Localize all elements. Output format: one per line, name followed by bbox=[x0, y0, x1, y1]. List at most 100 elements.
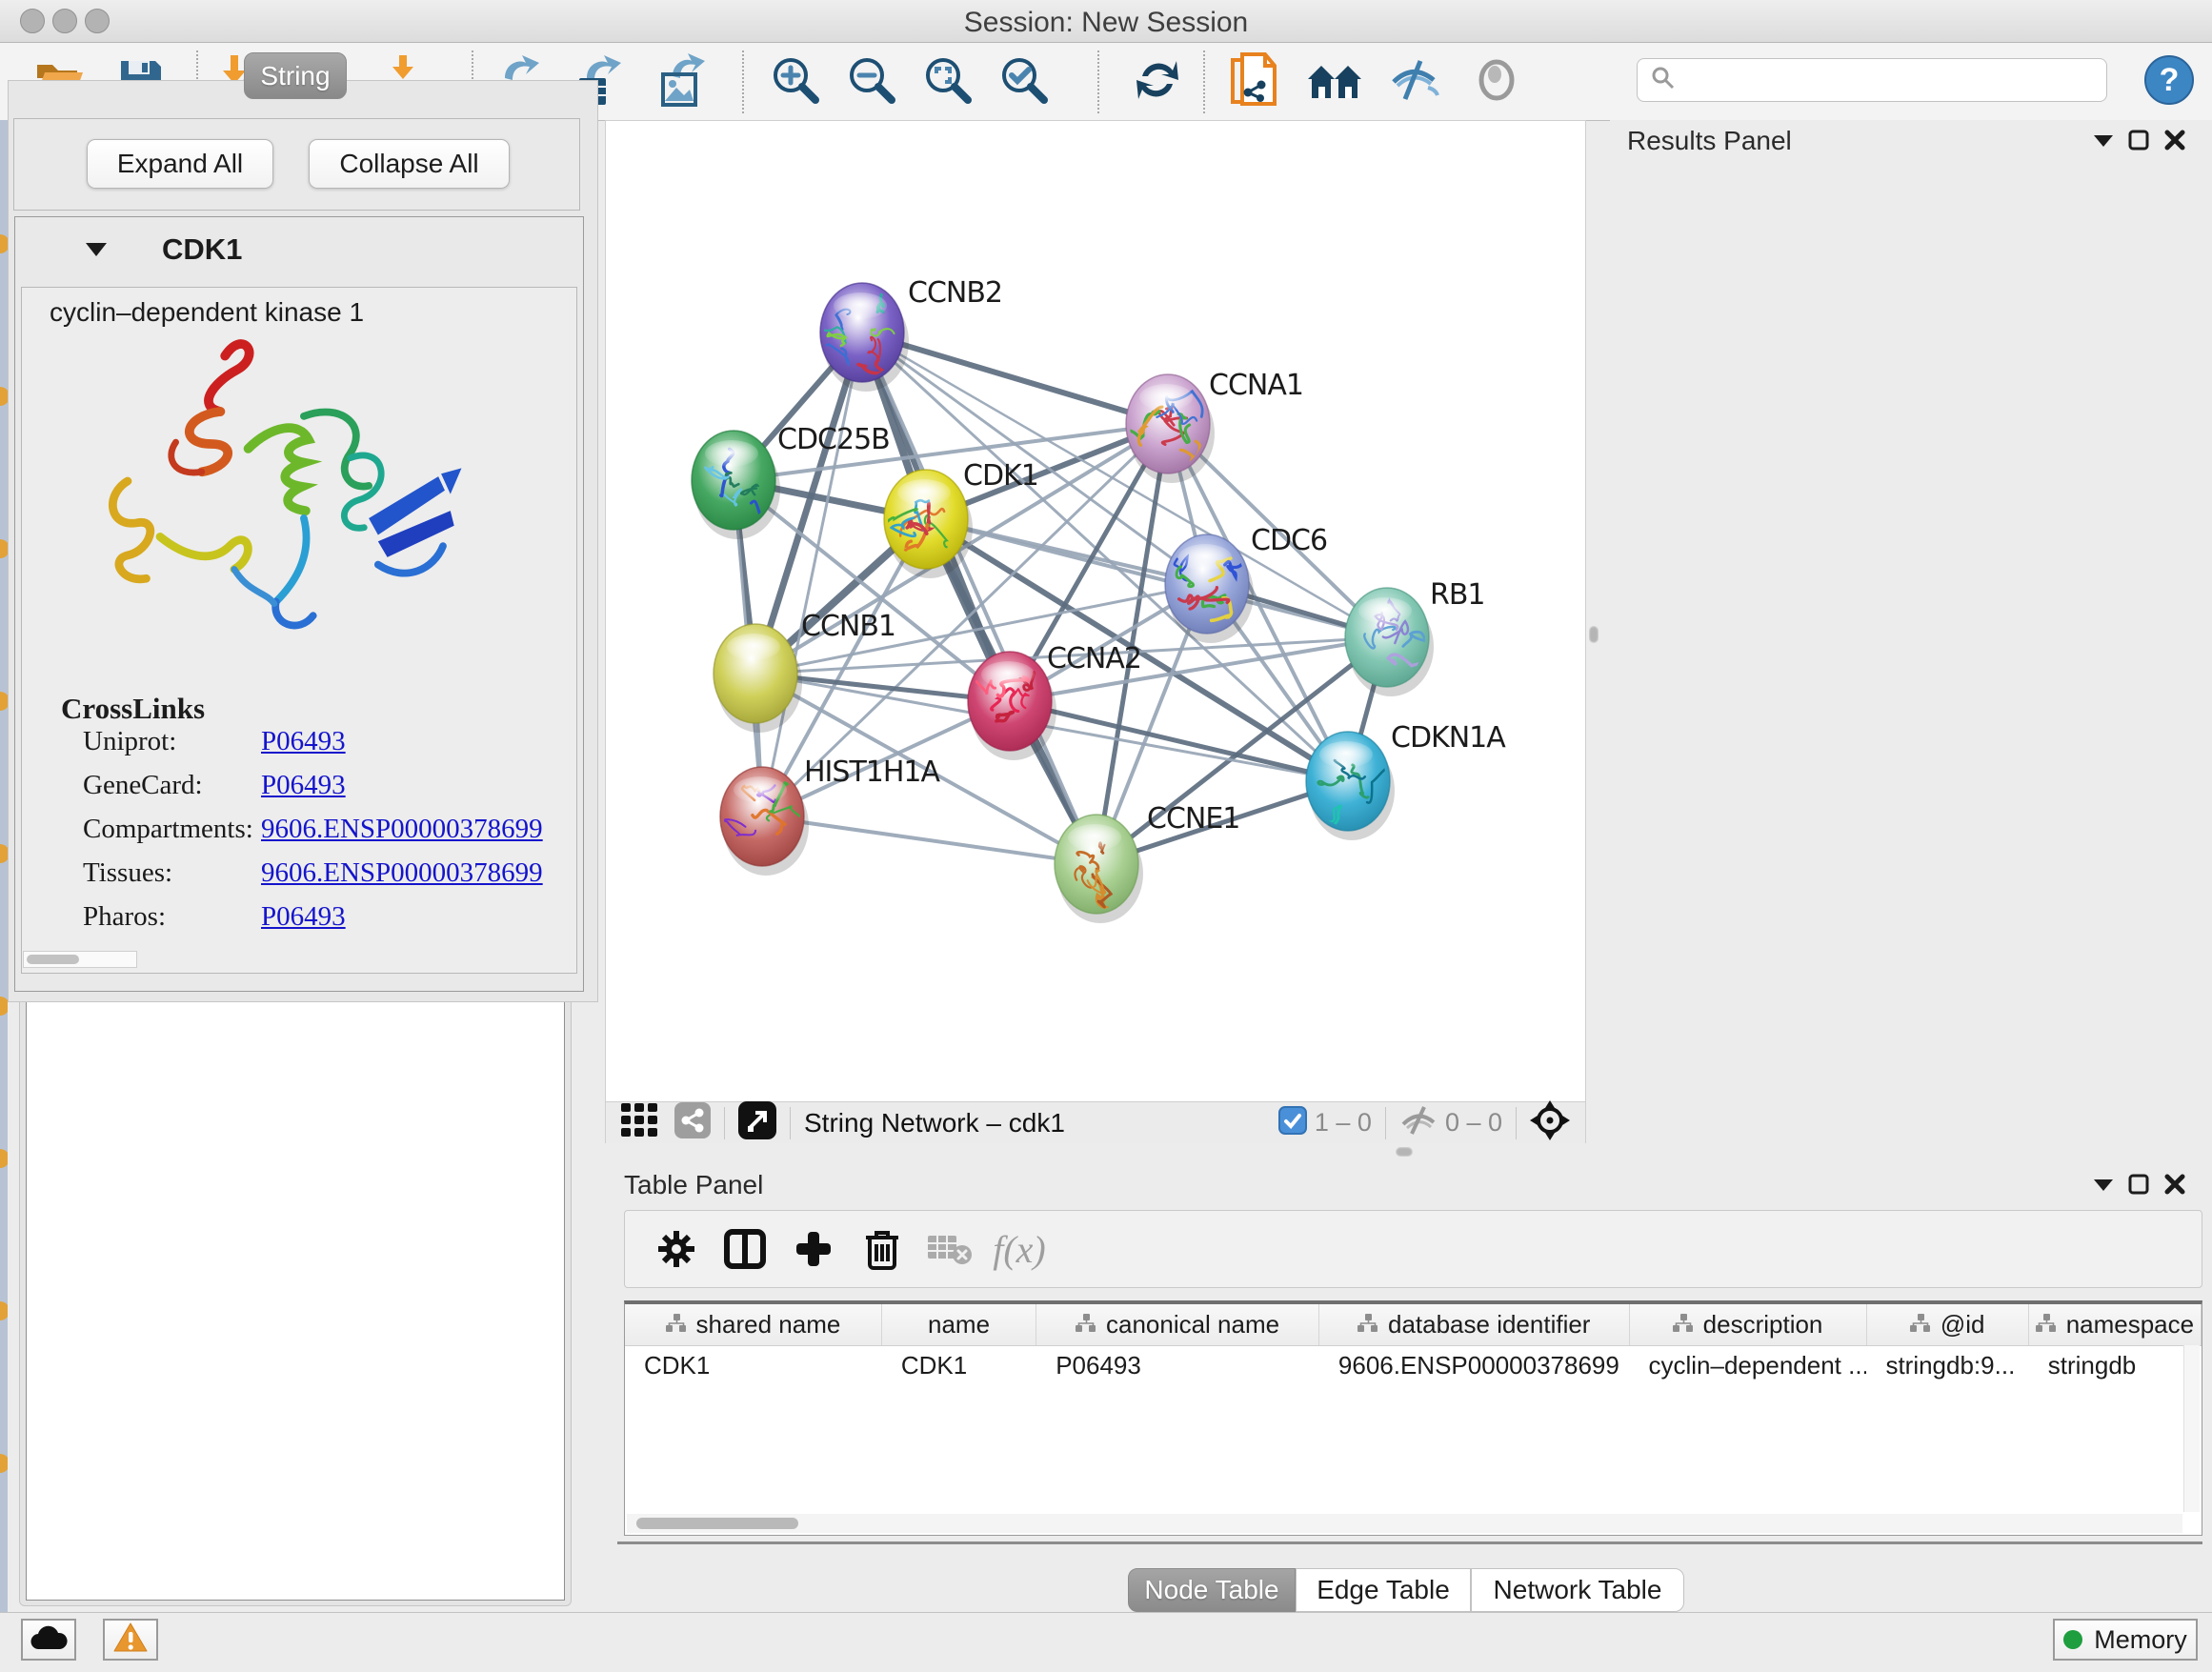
zoom-selected-button[interactable] bbox=[996, 54, 1052, 110]
gene-panel-hscrollbar[interactable] bbox=[23, 951, 137, 968]
show-column-panel-icon[interactable] bbox=[711, 1220, 779, 1278]
network-edge-HIST1H1A-CCNE1[interactable] bbox=[762, 816, 1096, 864]
network-node-CDK1[interactable] bbox=[884, 470, 973, 578]
network-edge-CCNB2-HIST1H1A[interactable] bbox=[762, 332, 862, 816]
tab-string[interactable]: String bbox=[244, 52, 347, 99]
network-node-CCNE1[interactable] bbox=[1055, 815, 1143, 923]
network-node-label-CCNA2: CCNA2 bbox=[1047, 642, 1141, 675]
column-header-description[interactable]: description bbox=[1630, 1304, 1867, 1345]
memory-button[interactable]: Memory bbox=[2053, 1619, 2198, 1661]
function-builder-icon-disabled: f(x) bbox=[985, 1220, 1054, 1278]
table-settings-gear-icon[interactable] bbox=[642, 1220, 711, 1278]
crosslink-link[interactable]: P06493 bbox=[261, 726, 346, 757]
zoom-fit-button[interactable] bbox=[920, 54, 975, 110]
eye-icon bbox=[1472, 59, 1521, 106]
dock-peek-dot bbox=[0, 997, 8, 1016]
delete-column-trash-icon[interactable] bbox=[848, 1220, 916, 1278]
table-row[interactable]: CDK1CDK1P064939606.ENSP00000378699cyclin… bbox=[625, 1346, 2202, 1384]
network-node-CCNB2[interactable] bbox=[818, 283, 909, 392]
column-header-name[interactable]: name bbox=[882, 1304, 1036, 1345]
crosslink-link[interactable]: 9606.ENSP00000378699 bbox=[261, 814, 543, 845]
column-header-database-identifier[interactable]: database identifier bbox=[1319, 1304, 1630, 1345]
zoom-in-button[interactable] bbox=[768, 54, 823, 110]
toolbar-divider bbox=[1516, 1107, 1517, 1139]
panel-close-icon[interactable] bbox=[2164, 1174, 2185, 1199]
table-hscrollbar-thumb[interactable] bbox=[636, 1518, 798, 1529]
selected-checkbox-icon[interactable] bbox=[1278, 1106, 1307, 1139]
crosslink-link[interactable]: P06493 bbox=[261, 770, 346, 801]
network-node-CDKN1A[interactable] bbox=[1306, 732, 1400, 848]
search-input[interactable] bbox=[1685, 61, 2106, 99]
results-panel: Results Panel bbox=[1610, 120, 2212, 1160]
table-vscrollbar[interactable] bbox=[2183, 1345, 2200, 1512]
birdseye-toggle-icon[interactable] bbox=[738, 1101, 776, 1144]
crosslink-label: GeneCard: bbox=[83, 770, 261, 801]
network-node-CDC6[interactable] bbox=[1165, 534, 1254, 643]
add-column-icon[interactable] bbox=[779, 1220, 848, 1278]
collapse-all-button[interactable]: Collapse All bbox=[309, 139, 510, 189]
crosslink-label: Compartments: bbox=[83, 814, 261, 845]
crosslink-link[interactable]: 9606.ENSP00000378699 bbox=[261, 857, 543, 889]
network-node-CDC25B[interactable] bbox=[692, 431, 780, 548]
horizontal-splitter-grip[interactable] bbox=[1396, 1147, 1413, 1157]
right-splitter-grip[interactable] bbox=[1589, 626, 1599, 643]
refresh-button[interactable] bbox=[1130, 54, 1185, 110]
search-field bbox=[1637, 58, 2107, 102]
column-header-label: name bbox=[928, 1310, 990, 1340]
export-image-button[interactable] bbox=[654, 54, 709, 110]
toolbar-separator bbox=[1097, 50, 1099, 113]
table-hscrollbar[interactable] bbox=[627, 1514, 2182, 1533]
gene-expander-icon[interactable] bbox=[86, 243, 107, 261]
warnings-button[interactable] bbox=[103, 1619, 158, 1661]
network-canvas[interactable]: CCNB2CCNA1CDC25BCDK1CDC6RB1CCNB1CCNA2CDK… bbox=[606, 121, 1585, 1101]
cloud-button[interactable] bbox=[21, 1619, 76, 1661]
crosslink-row: Tissues:9606.ENSP00000378699 bbox=[83, 857, 543, 901]
table-cell[interactable]: CDK1 bbox=[625, 1346, 882, 1384]
hide-selected-button[interactable] bbox=[1387, 54, 1442, 110]
panel-menu-icon[interactable] bbox=[2094, 1178, 2113, 1196]
column-header-shared-name[interactable]: shared name bbox=[625, 1304, 882, 1345]
column-header--id[interactable]: @id bbox=[1867, 1304, 2029, 1345]
network-node-RB1[interactable] bbox=[1345, 588, 1434, 696]
network-column-icon bbox=[1076, 1310, 1096, 1340]
column-header-canonical-name[interactable]: canonical name bbox=[1036, 1304, 1319, 1345]
dock-peek-dot bbox=[0, 1149, 8, 1168]
network-node-CCNA1[interactable] bbox=[1126, 374, 1215, 483]
network-node-label-CCNA1: CCNA1 bbox=[1209, 369, 1303, 402]
network-column-icon bbox=[1357, 1310, 1378, 1340]
delete-table-icon-disabled bbox=[916, 1220, 985, 1278]
fit-selected-crosshair-icon[interactable] bbox=[1530, 1100, 1570, 1145]
panel-float-icon[interactable] bbox=[2128, 1174, 2149, 1199]
crosslink-link[interactable]: P06493 bbox=[261, 901, 346, 933]
table-cell[interactable]: stringdb bbox=[2029, 1346, 2202, 1384]
zoom-out-icon bbox=[846, 54, 897, 111]
table-cell[interactable]: CDK1 bbox=[882, 1346, 1036, 1384]
help-icon: ? bbox=[2143, 54, 2195, 111]
hidden-eye-icon[interactable] bbox=[1399, 1105, 1438, 1140]
tab-network-table[interactable]: Network Table bbox=[1471, 1568, 1684, 1612]
grid-view-icon[interactable] bbox=[621, 1103, 659, 1142]
dock-peek-dot bbox=[0, 387, 8, 406]
eye-slash-icon bbox=[1388, 57, 1441, 108]
help-button[interactable]: ? bbox=[2142, 54, 2197, 110]
expand-all-button[interactable]: Expand All bbox=[87, 139, 273, 189]
table-cell[interactable]: P06493 bbox=[1036, 1346, 1319, 1384]
show-all-button[interactable] bbox=[1469, 54, 1524, 110]
zoom-out-button[interactable] bbox=[844, 54, 899, 110]
string-import-button[interactable] bbox=[1227, 54, 1282, 110]
network-node-HIST1H1A[interactable] bbox=[720, 766, 816, 876]
tab-edge-table[interactable]: Edge Table bbox=[1296, 1568, 1471, 1612]
table-cell[interactable]: stringdb:9... bbox=[1866, 1346, 2028, 1384]
tab-node-table[interactable]: Node Table bbox=[1128, 1568, 1296, 1612]
network-node-CCNA2[interactable] bbox=[968, 652, 1056, 760]
table-cell[interactable]: cyclin–dependent ... bbox=[1630, 1346, 1867, 1384]
network-node-label-CCNE1: CCNE1 bbox=[1147, 802, 1239, 836]
table-cell[interactable]: 9606.ENSP00000378699 bbox=[1319, 1346, 1630, 1384]
panel-menu-icon[interactable] bbox=[2094, 134, 2113, 151]
panel-close-icon[interactable] bbox=[2164, 130, 2185, 155]
network-share-view-icon[interactable] bbox=[674, 1102, 711, 1143]
column-header-namespace[interactable]: namespace bbox=[2029, 1304, 2202, 1345]
zoom-in-icon bbox=[770, 54, 821, 111]
panel-float-icon[interactable] bbox=[2128, 130, 2149, 155]
home-button[interactable] bbox=[1307, 54, 1362, 110]
